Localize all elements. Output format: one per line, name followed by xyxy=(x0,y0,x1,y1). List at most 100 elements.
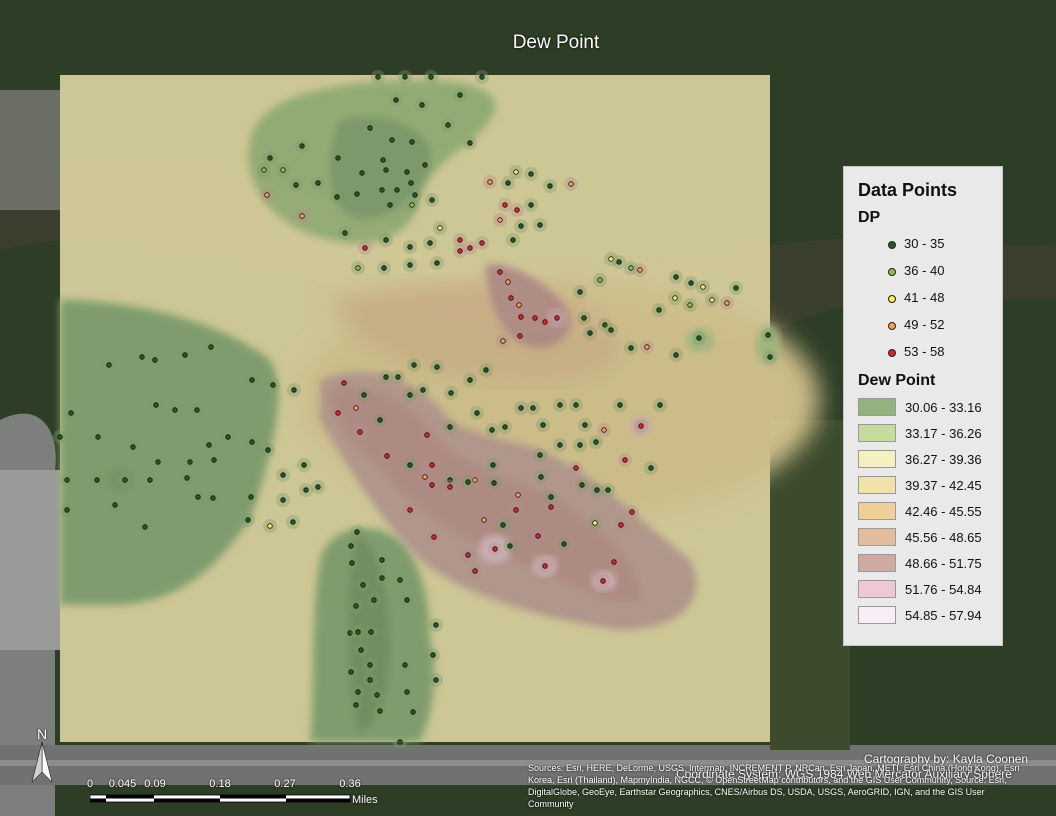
data-point[interactable] xyxy=(767,354,773,360)
data-point[interactable] xyxy=(371,597,377,603)
data-point[interactable] xyxy=(510,237,516,243)
data-point[interactable] xyxy=(422,474,428,480)
data-point[interactable] xyxy=(248,494,254,500)
data-point[interactable] xyxy=(377,708,383,714)
data-point[interactable] xyxy=(518,223,524,229)
data-point[interactable] xyxy=(587,330,593,336)
data-point[interactable] xyxy=(374,692,380,698)
data-point[interactable] xyxy=(354,529,360,535)
data-point[interactable] xyxy=(155,459,161,465)
data-point[interactable] xyxy=(433,622,439,628)
data-point[interactable] xyxy=(628,265,634,271)
data-point[interactable] xyxy=(733,285,739,291)
data-point[interactable] xyxy=(542,319,548,325)
data-point[interactable] xyxy=(267,523,273,529)
data-point[interactable] xyxy=(430,652,436,658)
data-point[interactable] xyxy=(608,327,614,333)
data-point[interactable] xyxy=(433,677,439,683)
data-point[interactable] xyxy=(270,382,276,388)
data-point[interactable] xyxy=(404,689,410,695)
data-point[interactable] xyxy=(487,179,493,185)
data-point[interactable] xyxy=(130,444,136,450)
data-point[interactable] xyxy=(387,202,393,208)
data-point[interactable] xyxy=(518,405,524,411)
data-point[interactable] xyxy=(359,170,365,176)
data-point[interactable] xyxy=(409,202,415,208)
data-point[interactable] xyxy=(335,155,341,161)
data-point[interactable] xyxy=(547,183,553,189)
data-point[interactable] xyxy=(700,284,706,290)
data-point[interactable] xyxy=(535,533,541,539)
data-point[interactable] xyxy=(502,424,508,430)
data-point[interactable] xyxy=(548,504,554,510)
data-point[interactable] xyxy=(513,169,519,175)
data-point[interactable] xyxy=(605,487,611,493)
data-point[interactable] xyxy=(245,517,251,523)
data-point[interactable] xyxy=(507,543,513,549)
data-point[interactable] xyxy=(467,245,473,251)
data-point[interactable] xyxy=(402,662,408,668)
data-point[interactable] xyxy=(657,402,663,408)
data-point[interactable] xyxy=(687,302,693,308)
data-point[interactable] xyxy=(182,352,188,358)
data-point[interactable] xyxy=(57,434,63,440)
data-point[interactable] xyxy=(301,462,307,468)
data-point[interactable] xyxy=(557,442,563,448)
data-point[interactable] xyxy=(528,202,534,208)
data-point[interactable] xyxy=(465,552,471,558)
data-point[interactable] xyxy=(412,192,418,198)
data-point[interactable] xyxy=(537,452,543,458)
data-point[interactable] xyxy=(628,345,634,351)
data-point[interactable] xyxy=(629,509,635,515)
data-point[interactable] xyxy=(280,167,286,173)
data-point[interactable] xyxy=(293,182,299,188)
data-point[interactable] xyxy=(225,434,231,440)
data-point[interactable] xyxy=(648,465,654,471)
data-point[interactable] xyxy=(389,137,395,143)
data-point[interactable] xyxy=(409,139,415,145)
data-point[interactable] xyxy=(538,474,544,480)
data-point[interactable] xyxy=(419,102,425,108)
data-point[interactable] xyxy=(497,269,503,275)
data-point[interactable] xyxy=(502,202,508,208)
data-point[interactable] xyxy=(393,97,399,103)
data-point[interactable] xyxy=(64,507,70,513)
data-point[interactable] xyxy=(420,387,426,393)
data-point[interactable] xyxy=(429,197,435,203)
data-point[interactable] xyxy=(429,482,435,488)
data-point[interactable] xyxy=(516,302,522,308)
data-point[interactable] xyxy=(472,568,478,574)
data-point[interactable] xyxy=(290,519,296,525)
data-point[interactable] xyxy=(379,575,385,581)
data-point[interactable] xyxy=(407,462,413,468)
data-point[interactable] xyxy=(195,494,201,500)
data-point[interactable] xyxy=(528,171,534,177)
data-point[interactable] xyxy=(593,439,599,445)
data-point[interactable] xyxy=(407,507,413,513)
data-point[interactable] xyxy=(577,442,583,448)
data-point[interactable] xyxy=(457,237,463,243)
data-point[interactable] xyxy=(407,262,413,268)
data-point[interactable] xyxy=(68,410,74,416)
data-point[interactable] xyxy=(383,167,389,173)
data-point[interactable] xyxy=(407,244,413,250)
data-point[interactable] xyxy=(434,364,440,370)
data-point[interactable] xyxy=(594,487,600,493)
data-point[interactable] xyxy=(358,647,364,653)
data-point[interactable] xyxy=(395,374,401,380)
data-point[interactable] xyxy=(152,357,158,363)
data-point[interactable] xyxy=(497,217,503,223)
data-point[interactable] xyxy=(64,477,70,483)
data-point[interactable] xyxy=(673,274,679,280)
data-point[interactable] xyxy=(267,155,273,161)
data-point[interactable] xyxy=(540,422,546,428)
data-point[interactable] xyxy=(542,563,548,569)
data-point[interactable] xyxy=(618,522,624,528)
data-point[interactable] xyxy=(375,74,381,80)
data-point[interactable] xyxy=(515,492,521,498)
data-point[interactable] xyxy=(341,380,347,386)
data-point[interactable] xyxy=(447,484,453,490)
data-point[interactable] xyxy=(479,74,485,80)
data-point[interactable] xyxy=(457,92,463,98)
data-point[interactable] xyxy=(709,297,715,303)
